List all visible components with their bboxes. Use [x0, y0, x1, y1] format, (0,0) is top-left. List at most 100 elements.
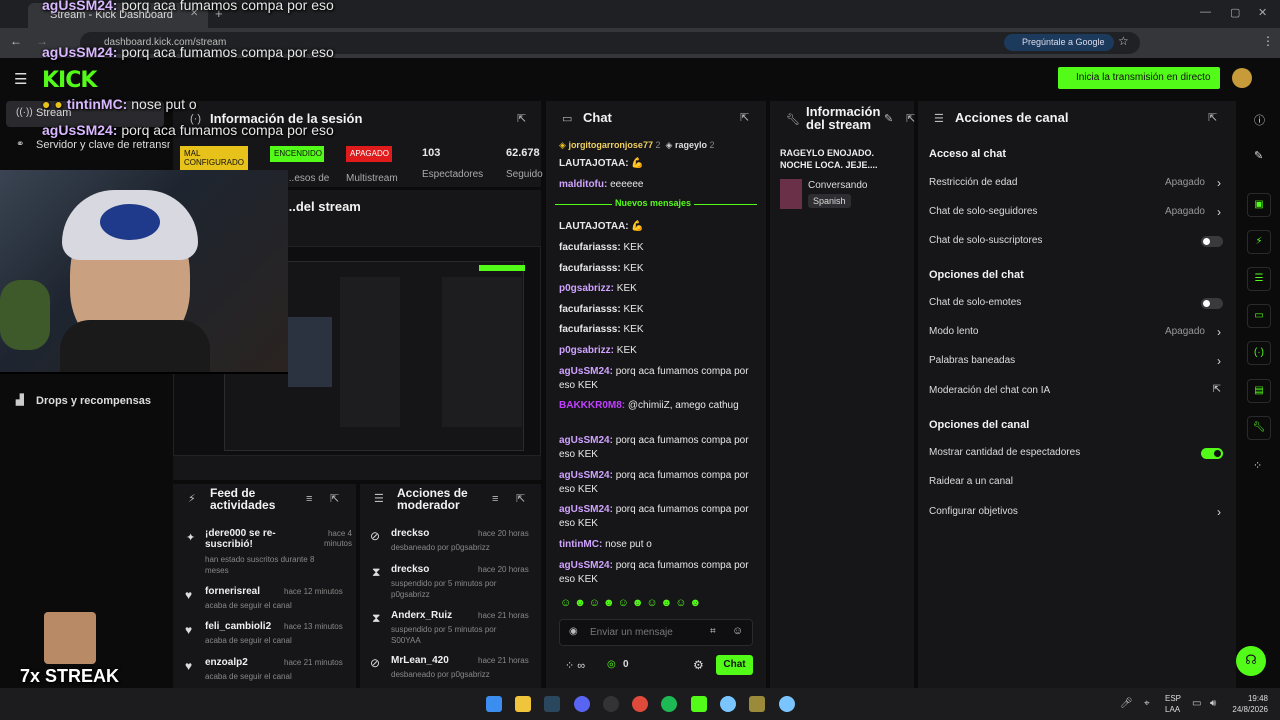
- edit-icon[interactable]: ✎: [884, 112, 893, 125]
- emoji-icon[interactable]: ☺: [732, 625, 743, 637]
- spotify-icon[interactable]: [661, 696, 677, 712]
- chevron-right-icon: ›: [1217, 505, 1221, 519]
- category-name[interactable]: Conversando: [808, 180, 867, 191]
- streak-label: 7x STREAK: [20, 666, 120, 686]
- file-explorer-icon[interactable]: [515, 696, 531, 712]
- mic-icon[interactable]: 🎤︎: [1120, 698, 1133, 709]
- ask-google-button[interactable]: Pregúntale a Google: [1004, 34, 1114, 51]
- volume-icon[interactable]: 🔊︎: [1210, 698, 1216, 709]
- popout-icon[interactable]: ⇱: [330, 492, 339, 505]
- rail-wrench-icon[interactable]: 🔧︎: [1247, 416, 1271, 440]
- activity-icon: ⚡︎: [188, 493, 196, 505]
- broadcast-icon: ((·)): [16, 107, 33, 118]
- emote-bar[interactable]: ☺☻☺☻☺☻☺☻☺☻: [560, 597, 754, 613]
- followers-only-row[interactable]: Chat de solo-seguidores Apagado ›: [929, 205, 1223, 224]
- obs-icon[interactable]: [603, 696, 619, 712]
- rail-list-icon[interactable]: ☰: [1247, 267, 1271, 291]
- chat-message: tintinMC: nose put o: [559, 539, 652, 550]
- show-viewer-count-toggle[interactable]: [1201, 448, 1223, 459]
- rail-video-icon[interactable]: ▣: [1247, 193, 1271, 217]
- filter-icon[interactable]: ≡: [492, 493, 498, 505]
- popout-icon[interactable]: ⇱: [1208, 111, 1217, 124]
- preview-title: ...del stream: [285, 199, 361, 214]
- language-indicator[interactable]: ESP: [1165, 694, 1181, 703]
- external-link-icon: ⇱: [1212, 384, 1221, 395]
- chart-icon: ▟: [16, 395, 24, 406]
- infinity-icon[interactable]: ⁘ ∞: [565, 659, 585, 672]
- gear-icon[interactable]: ⚙: [693, 658, 704, 672]
- chat-input[interactable]: ◉ Enviar un mensaje ⌗ ☺: [559, 619, 753, 646]
- overlay-chat-message: agUsSM24: porq aca fumamos compa por eso: [42, 0, 334, 13]
- heart-icon: ♥: [185, 588, 193, 602]
- browser-menu-icon[interactable]: ⋮: [1262, 34, 1274, 48]
- chat-message: p0gsabrizz: KEK: [559, 283, 637, 294]
- channel-actions-title: Acciones de canal: [955, 110, 1069, 125]
- hourglass-icon: ⧗: [372, 611, 381, 625]
- slow-mode-row[interactable]: Modo lento Apagado ›: [929, 325, 1223, 344]
- chat-message: facufariasss: KEK: [559, 304, 644, 315]
- sidebar-item-drops[interactable]: ▟ Drops y recompensas: [6, 389, 164, 415]
- show-viewer-count-row: Mostrar cantidad de espectadores: [929, 447, 1223, 465]
- ai-moderation-row[interactable]: Moderación del chat con IA ⇱: [929, 384, 1223, 403]
- steam-icon[interactable]: [544, 696, 560, 712]
- info-icon[interactable]: ⓘ: [1254, 112, 1265, 128]
- heart-icon: ♥: [185, 623, 193, 637]
- banned-words-row[interactable]: Palabras baneadas ›: [929, 354, 1223, 373]
- filter-icon[interactable]: ≡: [306, 493, 312, 505]
- popout-icon[interactable]: ⇱: [740, 111, 749, 124]
- minimize-icon[interactable]: —: [1200, 6, 1211, 18]
- age-restriction-row[interactable]: Restricción de edad Apagado ›: [929, 176, 1223, 195]
- emotes-only-row: Chat de solo-emotes: [929, 297, 1223, 315]
- stream-info-title: Información del stream: [806, 104, 881, 132]
- overlay-chat-message: agUsSM24: porq aca fumamos compa por eso: [42, 44, 334, 60]
- send-chat-button[interactable]: Chat: [716, 655, 753, 675]
- minecraft-icon[interactable]: [749, 696, 765, 712]
- popout-icon[interactable]: ⇱: [516, 492, 525, 505]
- popout-icon[interactable]: ⇱: [517, 112, 526, 125]
- close-window-icon[interactable]: ✕: [1258, 6, 1267, 19]
- clock-time[interactable]: 19:48: [1230, 694, 1268, 703]
- pencil-icon[interactable]: ✎: [1254, 149, 1263, 162]
- category-thumbnail: [780, 179, 802, 209]
- back-icon[interactable]: ←: [10, 34, 22, 48]
- display-icon[interactable]: ▭: [1192, 698, 1201, 709]
- chat-message: facufariasss: KEK: [559, 242, 644, 253]
- new-messages-label: Nuevos mensajes: [612, 198, 695, 208]
- rail-chat-icon[interactable]: ▭: [1247, 304, 1271, 328]
- chat-message: agUsSM24: porq aca fumamos compa por eso…: [559, 560, 749, 585]
- chat-message: p0gsabrizz: KEK: [559, 345, 637, 356]
- app-c2-icon[interactable]: [779, 696, 795, 712]
- viewer-count: 103: [422, 147, 441, 159]
- go-live-button[interactable]: Inicia la transmisión en directo: [1058, 67, 1220, 89]
- heart-icon: ♥: [185, 659, 193, 673]
- subscribers-only-toggle[interactable]: [1201, 236, 1223, 247]
- list-icon: ☰: [934, 113, 944, 125]
- support-button[interactable]: ☊: [1236, 646, 1266, 676]
- kick-logo[interactable]: KICK: [42, 68, 97, 93]
- raid-channel-row[interactable]: Raidear a un canal: [929, 476, 1223, 494]
- app-c-icon[interactable]: [720, 696, 736, 712]
- emotes-only-toggle[interactable]: [1201, 298, 1223, 309]
- popout-icon[interactable]: ⇱: [906, 112, 915, 125]
- avatar[interactable]: [1232, 68, 1252, 88]
- chrome-icon[interactable]: [632, 696, 648, 712]
- bookmark-star-icon[interactable]: ☆: [1118, 34, 1129, 48]
- points-icon: ◎: [607, 659, 616, 670]
- maximize-icon[interactable]: ▢: [1230, 6, 1240, 19]
- configure-goals-row[interactable]: Configurar objetivos ›: [929, 505, 1223, 524]
- rail-broadcast-icon[interactable]: (·): [1247, 341, 1271, 365]
- widgets-icon[interactable]: ⁘: [1253, 459, 1262, 472]
- rail-mod-icon[interactable]: ▤: [1247, 379, 1271, 403]
- hamburger-menu-icon[interactable]: ☰: [14, 70, 27, 88]
- ban-icon: ⊘: [370, 529, 381, 543]
- rail-lightning-icon[interactable]: ⚡︎: [1247, 230, 1271, 254]
- discord-icon[interactable]: [574, 696, 590, 712]
- windows-start-icon[interactable]: [486, 696, 502, 712]
- translate-icon[interactable]: ⌗: [710, 626, 716, 637]
- chat-title: Chat: [583, 110, 612, 125]
- status-badge: MAL CONFIGURADO: [180, 146, 248, 170]
- chevron-right-icon: ›: [1217, 205, 1221, 219]
- overlay-chat-message: agUsSM24: porq aca fumamos compa por eso: [42, 122, 334, 138]
- network-icon[interactable]: ⌖: [1144, 698, 1150, 709]
- kick-app-icon[interactable]: [691, 696, 707, 712]
